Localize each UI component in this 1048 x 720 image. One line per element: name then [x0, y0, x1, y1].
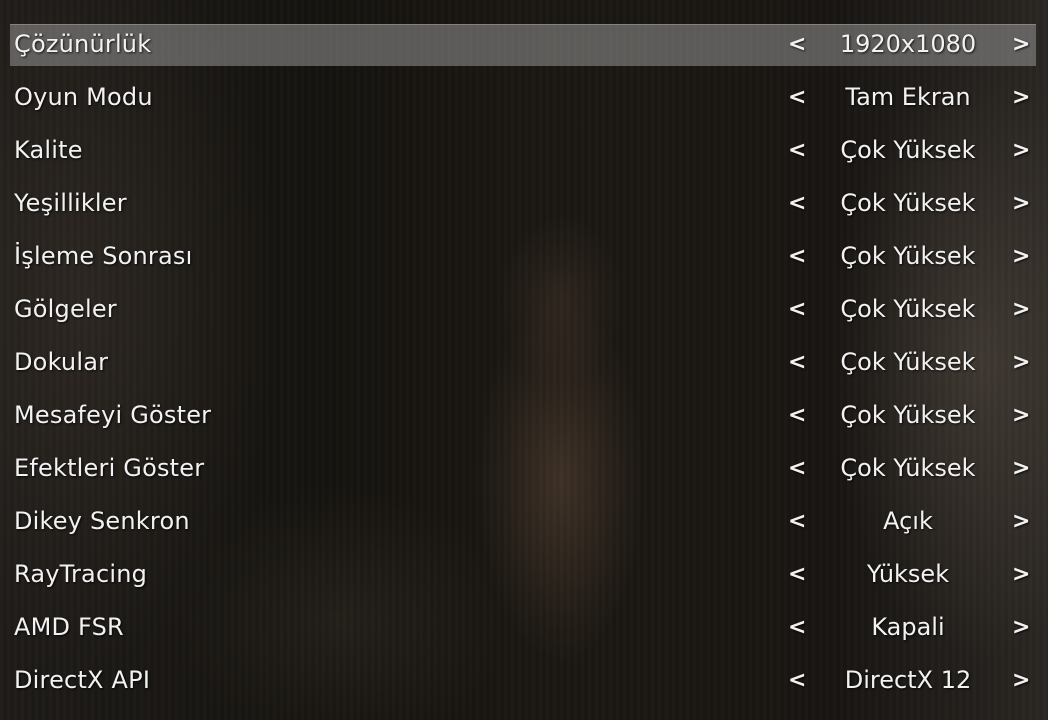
setting-label: İşleme Sonrası: [14, 242, 193, 270]
previous-option-button[interactable]: <: [788, 505, 806, 539]
next-option-button[interactable]: >: [1012, 28, 1030, 62]
setting-row-vsync[interactable]: Dikey Senkron < Açık >: [10, 495, 1038, 548]
setting-row-effects[interactable]: Efektleri Göster < Çok Yüksek >: [10, 442, 1038, 495]
setting-value: Yüksek: [866, 560, 950, 588]
setting-value: Kapali: [871, 613, 945, 641]
previous-option-button[interactable]: <: [788, 187, 806, 221]
next-option-button[interactable]: >: [1012, 81, 1030, 115]
setting-value: Açık: [883, 507, 933, 535]
setting-label: Dokular: [14, 348, 109, 376]
setting-label: Mesafeyi Göster: [14, 401, 212, 429]
previous-option-button[interactable]: <: [788, 399, 806, 433]
next-option-button[interactable]: >: [1012, 187, 1030, 221]
next-option-button[interactable]: >: [1012, 399, 1030, 433]
next-option-button[interactable]: >: [1012, 611, 1030, 645]
setting-row-post-processing[interactable]: İşleme Sonrası < Çok Yüksek >: [10, 230, 1038, 283]
next-option-button[interactable]: >: [1012, 346, 1030, 380]
next-option-button[interactable]: >: [1012, 505, 1030, 539]
setting-value: DirectX 12: [844, 666, 972, 694]
previous-option-button[interactable]: <: [788, 611, 806, 645]
previous-option-button[interactable]: <: [788, 28, 806, 62]
previous-option-button[interactable]: <: [788, 134, 806, 168]
setting-row-shadows[interactable]: Gölgeler < Çok Yüksek >: [10, 283, 1038, 336]
setting-value: Çok Yüksek: [840, 401, 976, 429]
setting-row-foliage[interactable]: Yeşillikler < Çok Yüksek >: [10, 177, 1038, 230]
setting-value: Çok Yüksek: [840, 242, 976, 270]
setting-label: Kalite: [14, 136, 83, 164]
next-option-button[interactable]: >: [1012, 293, 1030, 327]
setting-label: Efektleri Göster: [14, 454, 205, 482]
setting-value: Çok Yüksek: [840, 348, 976, 376]
setting-row-textures[interactable]: Dokular < Çok Yüksek >: [10, 336, 1038, 389]
next-option-button[interactable]: >: [1012, 452, 1030, 486]
setting-value: 1920x1080: [839, 30, 977, 58]
previous-option-button[interactable]: <: [788, 558, 806, 592]
setting-label: DirectX API: [14, 666, 151, 694]
next-option-button[interactable]: >: [1012, 558, 1030, 592]
setting-label: Yeşillikler: [14, 189, 127, 217]
setting-value: Çok Yüksek: [840, 136, 976, 164]
setting-label: AMD FSR: [14, 613, 124, 641]
previous-option-button[interactable]: <: [788, 81, 806, 115]
setting-row-directx-api[interactable]: DirectX API < DirectX 12 >: [10, 654, 1038, 707]
previous-option-button[interactable]: <: [788, 240, 806, 274]
next-option-button[interactable]: >: [1012, 664, 1030, 698]
setting-row-view-distance[interactable]: Mesafeyi Göster < Çok Yüksek >: [10, 389, 1038, 442]
setting-label: Çözünürlük: [14, 30, 152, 58]
setting-row-amd-fsr[interactable]: AMD FSR < Kapali >: [10, 601, 1038, 654]
next-option-button[interactable]: >: [1012, 240, 1030, 274]
setting-row-resolution[interactable]: Çözünürlük < 1920x1080 >: [10, 18, 1038, 71]
setting-label: RayTracing: [14, 560, 148, 588]
previous-option-button[interactable]: <: [788, 293, 806, 327]
previous-option-button[interactable]: <: [788, 452, 806, 486]
setting-label: Gölgeler: [14, 295, 117, 323]
setting-value: Çok Yüksek: [840, 189, 976, 217]
setting-row-raytracing[interactable]: RayTracing < Yüksek >: [10, 548, 1038, 601]
previous-option-button[interactable]: <: [788, 664, 806, 698]
setting-label: Dikey Senkron: [14, 507, 190, 535]
next-option-button[interactable]: >: [1012, 134, 1030, 168]
setting-value: Çok Yüksek: [840, 454, 976, 482]
graphics-settings-list: Çözünürlük < 1920x1080 > Oyun Modu < Tam…: [10, 18, 1038, 707]
setting-row-quality[interactable]: Kalite < Çok Yüksek >: [10, 124, 1038, 177]
previous-option-button[interactable]: <: [788, 346, 806, 380]
setting-value: Çok Yüksek: [840, 295, 976, 323]
setting-row-game-mode[interactable]: Oyun Modu < Tam Ekran >: [10, 71, 1038, 124]
setting-value: Tam Ekran: [845, 83, 971, 111]
setting-label: Oyun Modu: [14, 83, 153, 111]
